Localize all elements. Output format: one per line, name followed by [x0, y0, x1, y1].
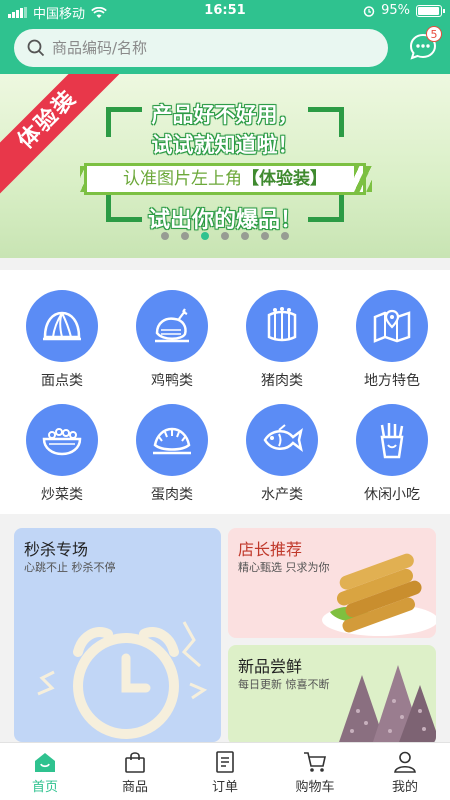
tab-label: 订单	[211, 780, 238, 795]
banner-headline-2: 试试就知道啦！	[151, 133, 299, 157]
search-input[interactable]	[52, 35, 372, 61]
category-label: 鸡鸭类	[151, 373, 193, 389]
new-arrivals-subtitle: 每日更新 惊喜不断	[238, 678, 330, 691]
category-steamed-buns[interactable]: 面点类	[12, 290, 112, 390]
category-label: 猪肉类	[261, 373, 303, 389]
map-location-icon	[373, 309, 411, 343]
tab-label: 我的	[391, 780, 418, 795]
rice-dumplings-image	[338, 665, 436, 745]
steamed-bun-icon	[43, 311, 81, 341]
carousel-dot[interactable]	[241, 232, 249, 240]
bottom-tab-bar: 首页 商品 订单 购物车 我的	[0, 742, 450, 800]
promo-banner[interactable]: 产品好不好用， 试试就知道啦！ 认准图片左上角【体验装】 试出你的爆品！ 体验装	[0, 74, 450, 258]
messages-button[interactable]: 5	[408, 26, 442, 62]
home-icon	[35, 753, 55, 772]
search-header: 5	[0, 22, 450, 74]
cart-icon	[304, 752, 326, 772]
flash-sale-card[interactable]: 秒杀专场 心跳不止 秒杀不停	[14, 528, 221, 742]
alarm-icon	[363, 5, 375, 17]
battery-percent: 95%	[381, 3, 410, 18]
dish-bowl-icon	[42, 428, 82, 456]
category-local-specialty[interactable]: 地方特色	[342, 290, 442, 390]
new-arrivals-card[interactable]: 新品尝鲜 每日更新 惊喜不断	[228, 645, 436, 745]
category-seafood[interactable]: 水产类	[232, 404, 332, 504]
message-count-badge: 5	[426, 26, 442, 42]
dumpling-icon	[153, 427, 191, 455]
user-icon	[394, 751, 416, 773]
bag-icon	[125, 752, 145, 773]
category-stir-fry[interactable]: 炒菜类	[12, 404, 112, 504]
category-label: 地方特色	[364, 373, 420, 389]
category-label: 炒菜类	[41, 487, 83, 503]
tab-orders[interactable]: 订单	[180, 743, 270, 800]
order-icon	[216, 751, 234, 773]
tab-products[interactable]: 商品	[90, 743, 180, 800]
tab-cart[interactable]: 购物车	[270, 743, 360, 800]
banner-note: 认准图片左上角【体验装】	[84, 163, 366, 195]
fish-icon	[263, 424, 303, 453]
category-label: 面点类	[41, 373, 83, 389]
chicken-icon	[155, 308, 189, 343]
category-label: 水产类	[261, 487, 303, 503]
category-snacks[interactable]: 休闲小吃	[342, 404, 442, 504]
tab-label: 商品	[121, 780, 148, 795]
carousel-dots	[0, 232, 450, 240]
category-pork[interactable]: 猪肉类	[232, 290, 332, 390]
tab-label: 首页	[31, 780, 58, 795]
search-icon	[27, 39, 45, 57]
banner-stripes	[354, 166, 372, 192]
carousel-dot[interactable]	[181, 232, 189, 240]
banner-note-text: 认准图片左上角	[123, 169, 242, 189]
category-grid: 面点类 鸡鸭类 猪肉类 地方特色 炒菜类 蛋肉类 水产类 休闲小吃	[0, 270, 450, 514]
tab-label: 购物车	[295, 780, 335, 795]
flash-sale-subtitle: 心跳不止 秒杀不停	[24, 561, 116, 574]
carousel-dot[interactable]	[161, 232, 169, 240]
flash-sale-title: 秒杀专场	[24, 540, 89, 559]
manager-pick-title: 店长推荐	[238, 540, 303, 559]
tab-profile[interactable]: 我的	[360, 743, 450, 800]
status-bar: 中国移动 16:51 95%	[0, 0, 450, 22]
category-label: 休闲小吃	[364, 487, 420, 503]
alarm-clock-icon	[37, 621, 208, 739]
carousel-dot[interactable]	[261, 232, 269, 240]
carousel-dot[interactable]	[201, 232, 209, 240]
fries-icon	[380, 423, 404, 459]
manager-pick-card[interactable]: 店长推荐 精心甄选 只求为你	[228, 528, 436, 638]
carousel-dot[interactable]	[281, 232, 289, 240]
search-box[interactable]	[14, 29, 388, 67]
battery-icon	[416, 4, 445, 17]
banner-headline-3: 试出你的爆品！	[147, 208, 302, 233]
category-egg-meat[interactable]: 蛋肉类	[122, 404, 222, 504]
banner-note-highlight: 【体验装】	[242, 169, 327, 189]
category-poultry[interactable]: 鸡鸭类	[122, 290, 222, 390]
tab-home[interactable]: 首页	[0, 743, 90, 800]
new-arrivals-title: 新品尝鲜	[238, 657, 303, 676]
pork-ribs-icon	[267, 307, 297, 342]
spring-rolls-image	[322, 553, 436, 636]
carousel-dot[interactable]	[221, 232, 229, 240]
category-label: 蛋肉类	[151, 487, 193, 503]
